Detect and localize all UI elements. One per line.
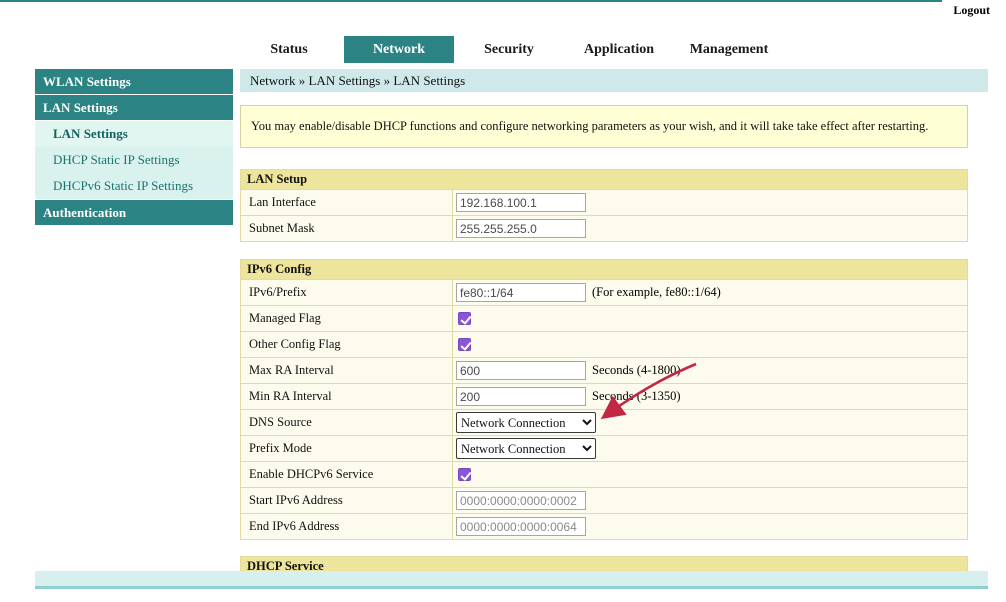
lan-interface-label: Lan Interface	[241, 190, 453, 215]
ipv6-prefix-label: IPv6/Prefix	[241, 280, 453, 305]
max-ra-interval-input[interactable]	[456, 361, 586, 380]
sidebar-lan-submenu: LAN Settings DHCP Static IP Settings DHC…	[35, 121, 233, 199]
sidebar-item-wlan-settings[interactable]: WLAN Settings	[35, 69, 233, 94]
prefix-mode-select[interactable]: Network Connection	[456, 438, 596, 459]
table-row: Start IPv6 Address	[241, 487, 967, 513]
tab-status[interactable]: Status	[234, 36, 344, 63]
table-row: Prefix Mode Network Connection	[241, 435, 967, 461]
table-row: Lan Interface	[241, 189, 967, 215]
min-ra-interval-label: Min RA Interval	[241, 384, 453, 409]
table-row: Enable DHCPv6 Service	[241, 461, 967, 487]
table-row: Subnet Mask	[241, 215, 967, 241]
ipv6-prefix-input[interactable]	[456, 283, 586, 302]
top-border-line	[0, 0, 942, 2]
sidebar: WLAN Settings LAN Settings LAN Settings …	[35, 69, 233, 226]
ipv6-config-section-title: IPv6 Config	[241, 260, 967, 279]
lan-setup-section: LAN Setup Lan Interface Subnet Mask	[240, 169, 968, 242]
prefix-mode-label: Prefix Mode	[241, 436, 453, 461]
ipv6-config-section: IPv6 Config IPv6/Prefix (For example, fe…	[240, 259, 968, 540]
managed-flag-checkbox[interactable]	[458, 312, 471, 325]
table-row: Other Config Flag	[241, 331, 967, 357]
end-ipv6-address-label: End IPv6 Address	[241, 514, 453, 539]
subnet-mask-label: Subnet Mask	[241, 216, 453, 241]
table-row: End IPv6 Address	[241, 513, 967, 539]
main-content: Network » LAN Settings » LAN Settings Yo…	[240, 69, 988, 576]
sidebar-item-dhcp-static-ip-settings[interactable]: DHCP Static IP Settings	[35, 147, 233, 173]
logout-link[interactable]: Logout	[953, 3, 990, 18]
notice-box: You may enable/disable DHCP functions an…	[240, 105, 968, 148]
dns-source-label: DNS Source	[241, 410, 453, 435]
lan-interface-input[interactable]	[456, 193, 586, 212]
start-ipv6-address-input[interactable]	[456, 491, 586, 510]
other-config-flag-checkbox[interactable]	[458, 338, 471, 351]
dns-source-select[interactable]: Network Connection	[456, 412, 596, 433]
enable-dhcpv6-label: Enable DHCPv6 Service	[241, 462, 453, 487]
sidebar-item-authentication[interactable]: Authentication	[35, 200, 233, 225]
subnet-mask-input[interactable]	[456, 219, 586, 238]
sidebar-item-lan-settings-group[interactable]: LAN Settings	[35, 95, 233, 120]
min-ra-interval-input[interactable]	[456, 387, 586, 406]
tab-management[interactable]: Management	[674, 36, 784, 63]
table-row: Managed Flag	[241, 305, 967, 331]
table-row: Min RA Interval Seconds (3-1350)	[241, 383, 967, 409]
lan-setup-section-title: LAN Setup	[241, 170, 967, 189]
tab-security[interactable]: Security	[454, 36, 564, 63]
sidebar-item-lan-settings[interactable]: LAN Settings	[35, 121, 233, 147]
managed-flag-label: Managed Flag	[241, 306, 453, 331]
main-nav-tabs: Status Network Security Application Mana…	[234, 36, 784, 63]
min-ra-interval-note: Seconds (3-1350)	[592, 389, 681, 404]
max-ra-interval-note: Seconds (4-1800)	[592, 363, 681, 378]
table-row: Max RA Interval Seconds (4-1800)	[241, 357, 967, 383]
tab-network[interactable]: Network	[344, 36, 454, 63]
end-ipv6-address-input[interactable]	[456, 517, 586, 536]
start-ipv6-address-label: Start IPv6 Address	[241, 488, 453, 513]
footer-strip	[35, 571, 988, 589]
enable-dhcpv6-checkbox[interactable]	[458, 468, 471, 481]
tab-application[interactable]: Application	[564, 36, 674, 63]
sidebar-item-dhcpv6-static-ip-settings[interactable]: DHCPv6 Static IP Settings	[35, 173, 233, 199]
table-row: DNS Source Network Connection	[241, 409, 967, 435]
breadcrumb: Network » LAN Settings » LAN Settings	[240, 69, 988, 92]
other-config-flag-label: Other Config Flag	[241, 332, 453, 357]
ipv6-prefix-note: (For example, fe80::1/64)	[592, 285, 721, 300]
max-ra-interval-label: Max RA Interval	[241, 358, 453, 383]
table-row: IPv6/Prefix (For example, fe80::1/64)	[241, 279, 967, 305]
